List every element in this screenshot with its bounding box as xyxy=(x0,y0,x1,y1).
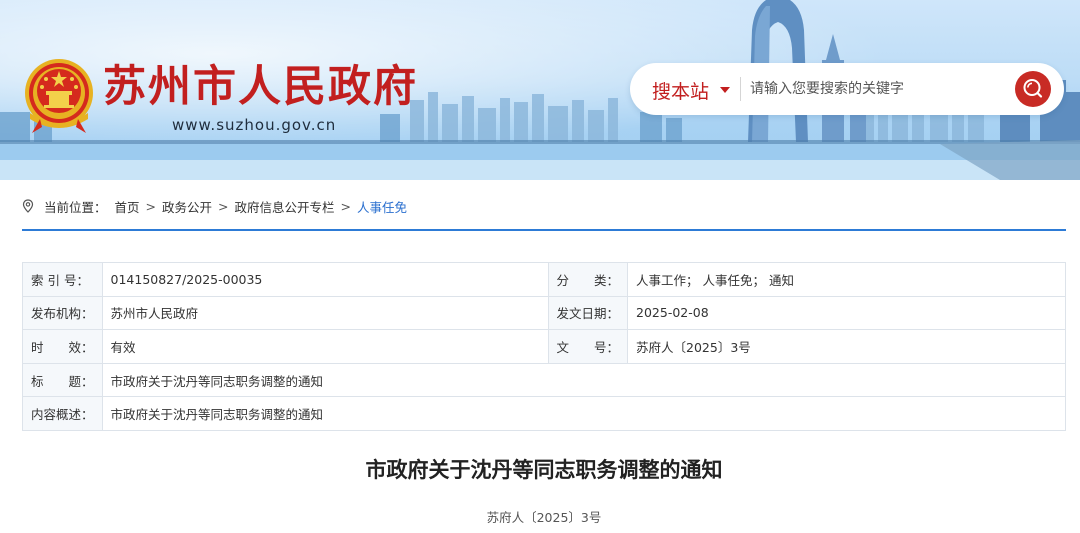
breadcrumb-info-column[interactable]: 政府信息公开专栏 xyxy=(235,197,335,216)
summary-value: 市政府关于沈丹等同志职务调整的通知 xyxy=(101,396,1067,431)
search-icon xyxy=(1023,79,1043,98)
index-label: 索 引 号： xyxy=(22,262,103,297)
breadcrumb-gov-affairs[interactable]: 政务公开 xyxy=(162,197,212,216)
caret-down-icon[interactable] xyxy=(720,87,730,93)
breadcrumb-divider xyxy=(22,229,1066,231)
table-row: 内容概述： 市政府关于沈丹等同志职务调整的通知 xyxy=(22,396,1067,431)
category-value: 人事工作； 人事任免； 通知 xyxy=(627,262,1066,297)
search-button[interactable] xyxy=(1015,71,1051,107)
table-row: 时 效： 有效 文 号： 苏府人〔2025〕3号 xyxy=(22,329,1066,364)
location-pin-icon xyxy=(22,199,34,213)
doc-number-label: 文 号： xyxy=(547,329,629,364)
breadcrumb-home[interactable]: 首页 xyxy=(115,197,140,216)
index-value: 014150827/2025-00035 xyxy=(101,262,549,297)
search-scope-dropdown[interactable]: 搜本站 xyxy=(652,77,709,104)
header-banner: 苏州市人民政府 www.suzhou.gov.cn 搜本站 xyxy=(0,0,1080,180)
title-value: 市政府关于沈丹等同志职务调整的通知 xyxy=(101,362,1067,398)
national-emblem-icon xyxy=(25,59,93,133)
document-meta-table: 索 引 号： 014150827/2025-00035 分 类： 人事工作； 人… xyxy=(22,262,1067,431)
table-row: 索 引 号： 014150827/2025-00035 分 类： 人事工作； 人… xyxy=(22,262,1066,297)
breadcrumb: 当前位置： 首页 > 政务公开 > 政府信息公开专栏 > 人事任免 xyxy=(22,197,407,215)
site-title[interactable]: 苏州市人民政府 xyxy=(103,60,418,114)
category-label: 分 类： xyxy=(547,262,629,297)
doc-number-value: 苏府人〔2025〕3号 xyxy=(627,329,1066,364)
validity-label: 时 效： xyxy=(22,329,103,364)
summary-label: 内容概述： xyxy=(22,396,103,431)
article-title: 市政府关于沈丹等同志职务调整的通知 xyxy=(365,458,723,482)
publisher-value: 苏州市人民政府 xyxy=(101,295,549,331)
breadcrumb-current[interactable]: 人事任免 xyxy=(357,197,407,216)
breadcrumb-separator: > xyxy=(145,198,157,214)
breadcrumb-prefix: 当前位置： xyxy=(44,199,107,215)
table-row: 标 题： 市政府关于沈丹等同志职务调整的通知 xyxy=(22,362,1067,398)
validity-value: 有效 xyxy=(101,329,549,364)
search-input[interactable] xyxy=(750,75,1000,103)
title-label: 标 题： xyxy=(22,362,103,398)
search-divider xyxy=(740,77,741,101)
breadcrumb-separator: > xyxy=(218,198,229,214)
date-value: 2025-02-08 xyxy=(627,295,1066,331)
publisher-label: 发布机构： xyxy=(22,295,103,331)
site-url[interactable]: www.suzhou.gov.cn xyxy=(172,116,336,134)
table-row: 发布机构： 苏州市人民政府 发文日期： 2025-02-08 xyxy=(22,295,1066,331)
article-doc-number: 苏府人〔2025〕3号 xyxy=(486,510,602,525)
breadcrumb-separator: > xyxy=(340,198,352,214)
date-label: 发文日期： xyxy=(547,295,629,331)
search-bar: 搜本站 xyxy=(630,63,1064,115)
